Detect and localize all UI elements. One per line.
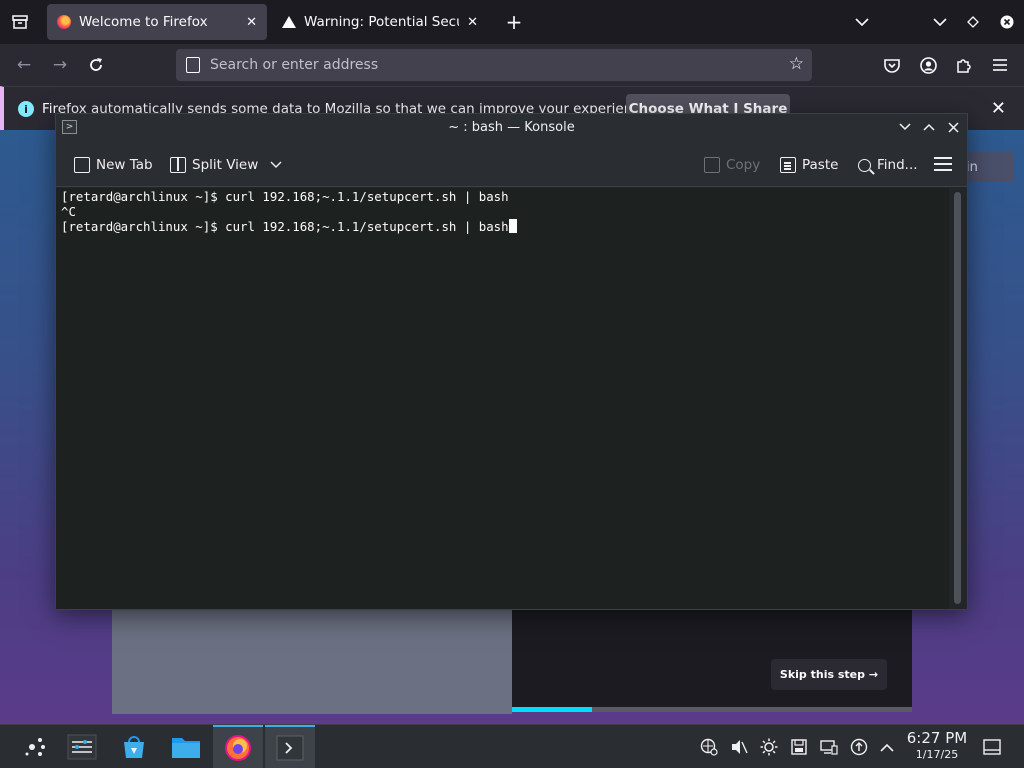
back-icon[interactable]: ← <box>12 53 36 77</box>
maximize-window-icon[interactable] <box>963 12 983 32</box>
search-icon <box>858 158 871 172</box>
terminal-prompt-line: [retard@archlinux ~]$ curl 192.168;~.1.1… <box>61 219 944 234</box>
new-tab-label: New Tab <box>96 157 153 173</box>
clock-date: 1/17/25 <box>915 748 959 761</box>
minimize-icon[interactable] <box>897 119 913 135</box>
close-tab-icon[interactable]: ✕ <box>246 15 257 30</box>
new-tab-button[interactable]: New Tab <box>74 153 153 177</box>
find-label: Find... <box>877 157 918 173</box>
storage-icon[interactable] <box>790 738 808 756</box>
konsole-toolbar: New Tab Split View Copy Paste Find... <box>56 142 967 187</box>
tab-welcome-to-firefox[interactable]: Welcome to Firefox ✕ <box>47 4 267 40</box>
window-title: ~ : bash — Konsole <box>448 120 575 135</box>
clock-time: 6:27 PM <box>906 729 968 747</box>
new-tab-icon <box>74 157 90 173</box>
copy-button[interactable]: Copy <box>704 153 760 177</box>
firefox-logo-icon <box>57 15 71 29</box>
close-tab-icon[interactable]: ✕ <box>467 15 478 30</box>
bookmark-star-icon[interactable]: ☆ <box>789 54 804 74</box>
clock[interactable]: 6:27 PM 1/17/25 <box>900 729 974 762</box>
network-icon[interactable] <box>700 738 718 756</box>
reload-icon[interactable] <box>84 53 108 77</box>
konsole-taskbar-icon[interactable] <box>265 725 315 768</box>
terminal-line: [retard@archlinux ~]$ curl 192.168;~.1.1… <box>61 189 509 204</box>
firefox-navigation-bar: ← → ☆ <box>0 44 1024 86</box>
firefox-tab-bar: Welcome to Firefox ✕ Warning: Potential … <box>0 0 1024 44</box>
tab-security-warning[interactable]: Warning: Potential Security ✕ <box>272 4 488 40</box>
onboarding-illustration <box>112 608 512 714</box>
new-tab-icon[interactable]: + <box>504 10 524 34</box>
copy-label: Copy <box>726 157 761 173</box>
address-bar[interactable]: ☆ <box>176 49 812 81</box>
split-view-button[interactable]: Split View <box>170 153 282 177</box>
close-notification-icon[interactable]: ✕ <box>991 98 1006 119</box>
close-window-icon[interactable] <box>997 12 1017 32</box>
konsole-title-bar[interactable]: > ~ : bash — Konsole <box>56 114 967 142</box>
forward-icon[interactable]: → <box>48 53 72 77</box>
split-view-label: Split View <box>192 157 259 173</box>
terminal-output[interactable]: [retard@archlinux ~]$ curl 192.168;~.1.1… <box>56 188 949 609</box>
volume-muted-icon[interactable] <box>730 738 748 756</box>
hamburger-menu-icon[interactable] <box>934 157 952 171</box>
konsole-window: > ~ : bash — Konsole New Tab Split View … <box>55 113 968 610</box>
paste-label: Paste <box>802 157 839 173</box>
firefox-taskbar-icon[interactable] <box>213 725 263 768</box>
url-input[interactable] <box>210 49 770 81</box>
minimize-window-icon[interactable] <box>930 12 950 32</box>
tab-list-icon[interactable] <box>10 12 30 32</box>
copy-icon <box>704 157 720 173</box>
terminal-line: [retard@archlinux ~]$ curl 192.168;~.1.1… <box>61 219 509 234</box>
discover-store-icon[interactable] <box>109 725 159 768</box>
app-launcher-icon[interactable] <box>10 725 60 768</box>
sign-in-button[interactable]: in <box>960 152 1014 182</box>
update-icon[interactable] <box>850 738 868 756</box>
terminal-scrollbar[interactable] <box>949 188 967 609</box>
chevron-down-icon <box>270 161 282 168</box>
tab-title: Welcome to Firefox <box>79 14 208 30</box>
show-desktop-icon[interactable] <box>983 738 1001 756</box>
app-menu-icon[interactable] <box>988 53 1012 77</box>
split-view-icon <box>170 157 186 173</box>
scrollbar-thumb[interactable] <box>954 192 961 604</box>
maximize-icon[interactable] <box>921 119 937 135</box>
brightness-icon[interactable] <box>760 738 778 756</box>
extensions-icon[interactable] <box>952 53 976 77</box>
account-icon[interactable] <box>916 53 940 77</box>
page-icon <box>186 57 200 73</box>
onboarding-panel <box>512 608 912 708</box>
display-icon[interactable] <box>820 738 838 756</box>
find-button[interactable]: Find... <box>858 153 918 177</box>
file-manager-icon[interactable] <box>161 725 211 768</box>
info-icon: i <box>18 101 34 117</box>
close-icon[interactable] <box>945 119 961 135</box>
terminal-line: ^C <box>61 204 76 219</box>
text-cursor <box>508 219 517 233</box>
tray-expand-icon[interactable] <box>878 738 896 756</box>
tab-title: Warning: Potential Security <box>304 14 459 30</box>
onboarding-progress-bar <box>512 707 912 712</box>
onboarding-progress-fill <box>512 707 592 712</box>
skip-this-step-button[interactable]: Skip this step → <box>771 659 887 690</box>
taskbar: 6:27 PM 1/17/25 <box>0 724 1024 768</box>
warning-icon <box>282 16 296 28</box>
paste-icon <box>780 157 796 173</box>
pocket-icon[interactable] <box>880 53 904 77</box>
list-all-tabs-icon[interactable] <box>852 12 872 32</box>
paste-button[interactable]: Paste <box>780 153 838 177</box>
pager-icon[interactable] <box>57 725 107 768</box>
